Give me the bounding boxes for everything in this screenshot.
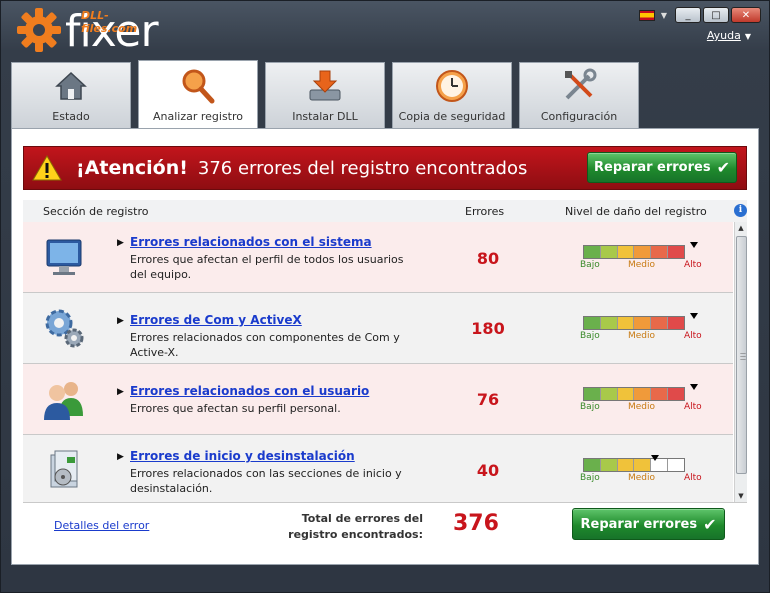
row-description: Errores relacionados con componentes de …	[130, 331, 400, 359]
button-label: Reparar errores	[594, 160, 711, 175]
app-window: fixer DLL-files.com ▼ _ □ ✕ Ayuda ▼ Estad…	[0, 0, 770, 593]
list-item: ▶ Errores de Com y ActiveX Errores relac…	[23, 293, 733, 364]
total-errors-value: 376	[453, 511, 499, 536]
scroll-up-icon[interactable]: ▲	[735, 222, 747, 234]
clock-backup-icon	[434, 68, 470, 104]
meter-marker-icon	[651, 455, 659, 461]
main-tabs: Estado Analizar registro Instalar DLL Co…	[11, 60, 639, 128]
error-count: 76	[476, 390, 500, 409]
tab-label: Estado	[52, 110, 90, 123]
header-section: Sección de registro	[43, 205, 149, 218]
tab-copia-de-seguridad[interactable]: Copia de seguridad	[392, 62, 512, 128]
error-details-link[interactable]: Detalles del error	[54, 519, 149, 532]
tools-icon	[561, 68, 597, 104]
window-controls: ▼ _ □ ✕	[638, 7, 761, 23]
row-title[interactable]: Errores relacionados con el sistema	[130, 235, 372, 249]
meter-marker-icon	[690, 313, 698, 319]
close-button[interactable]: ✕	[731, 7, 761, 23]
expand-arrow-icon[interactable]: ▶	[117, 238, 124, 248]
gears-icon	[45, 309, 84, 348]
app-logo: fixer DLL-files.com	[15, 5, 159, 55]
tab-instalar-dll[interactable]: Instalar DLL	[265, 62, 385, 128]
tab-label: Copia de seguridad	[398, 110, 506, 123]
repair-errors-button-top[interactable]: Reparar errores ✔	[587, 152, 737, 183]
vertical-scrollbar[interactable]: ▲ — — — ▼	[734, 222, 747, 502]
row-description: Errores que afectan el perfil de todos l…	[130, 253, 404, 281]
warning-icon	[32, 155, 62, 181]
users-icon	[44, 382, 83, 420]
button-label: Reparar errores	[580, 516, 698, 532]
row-title[interactable]: Errores relacionados con el usuario	[130, 384, 369, 398]
scroll-down-icon[interactable]: ▼	[735, 490, 747, 502]
list-item: ▶ Errores de inicio y desinstalación Err…	[23, 435, 733, 502]
list-item: ▶ Errores relacionados con el usuario Er…	[23, 364, 733, 435]
row-description: Errores que afectan su perfil personal.	[130, 402, 341, 415]
damage-meter	[583, 245, 685, 259]
magnifier-icon	[180, 68, 216, 104]
error-list: ▶ Errores relacionados con el sistema Er…	[23, 222, 733, 502]
expand-arrow-icon[interactable]: ▶	[117, 387, 124, 397]
logo-subtitle: DLL-files.com	[81, 9, 138, 35]
download-drive-icon	[307, 68, 343, 104]
monitor-icon	[46, 239, 82, 275]
content-panel: ¡Atención! 376 errores del registro enco…	[11, 128, 759, 565]
row-title[interactable]: Errores de Com y ActiveX	[130, 313, 302, 327]
meter-marker-icon	[690, 242, 698, 248]
alert-title: ¡Atención!	[76, 157, 188, 179]
language-dropdown-icon[interactable]: ▼	[661, 11, 667, 20]
grip-icon: — — —	[740, 350, 746, 363]
minimize-button[interactable]: _	[675, 7, 701, 23]
header-damage: Nivel de daño del registro	[565, 205, 707, 218]
tab-configuracion[interactable]: Configuración	[519, 62, 639, 128]
maximize-button[interactable]: □	[703, 7, 729, 23]
tab-estado[interactable]: Estado	[11, 62, 131, 128]
damage-meter	[583, 387, 685, 401]
gear-logo-icon	[17, 8, 61, 52]
damage-meter	[583, 458, 685, 472]
help-label: Ayuda	[706, 29, 741, 42]
scrollbar-thumb[interactable]: — — —	[736, 236, 747, 474]
list-item: ▶ Errores relacionados con el sistema Er…	[23, 222, 733, 293]
info-icon[interactable]: i	[734, 204, 747, 217]
checkmark-icon: ✔	[716, 158, 730, 177]
checkmark-icon: ✔	[703, 514, 717, 534]
spain-flag-icon[interactable]	[638, 9, 655, 21]
alert-message: 376 errores del registro encontrados	[197, 157, 528, 179]
error-count: 40	[476, 461, 500, 480]
house-icon	[53, 68, 89, 104]
error-count: 80	[476, 249, 500, 268]
repair-errors-button-bottom[interactable]: Reparar errores ✔	[572, 508, 725, 540]
tab-label: Instalar DLL	[292, 110, 358, 123]
tab-analizar-registro[interactable]: Analizar registro	[138, 60, 258, 128]
list-header: Sección de registro Errores Nivel de dañ…	[23, 200, 747, 222]
error-count: 180	[471, 319, 505, 338]
expand-arrow-icon[interactable]: ▶	[117, 316, 124, 326]
damage-meter	[583, 316, 685, 330]
expand-arrow-icon[interactable]: ▶	[117, 452, 124, 462]
installer-box-icon	[50, 450, 78, 488]
tab-label: Analizar registro	[152, 110, 244, 123]
total-errors-label: Total de errores del registro encontrado…	[288, 512, 423, 541]
meter-marker-icon	[690, 384, 698, 390]
tab-label: Configuración	[540, 110, 618, 123]
row-title[interactable]: Errores de inicio y desinstalación	[130, 449, 355, 463]
header-errors: Errores	[465, 205, 505, 218]
help-menu[interactable]: Ayuda ▼	[707, 29, 751, 42]
chevron-down-icon: ▼	[744, 32, 751, 41]
row-description: Errores relacionados con las secciones d…	[130, 467, 402, 495]
